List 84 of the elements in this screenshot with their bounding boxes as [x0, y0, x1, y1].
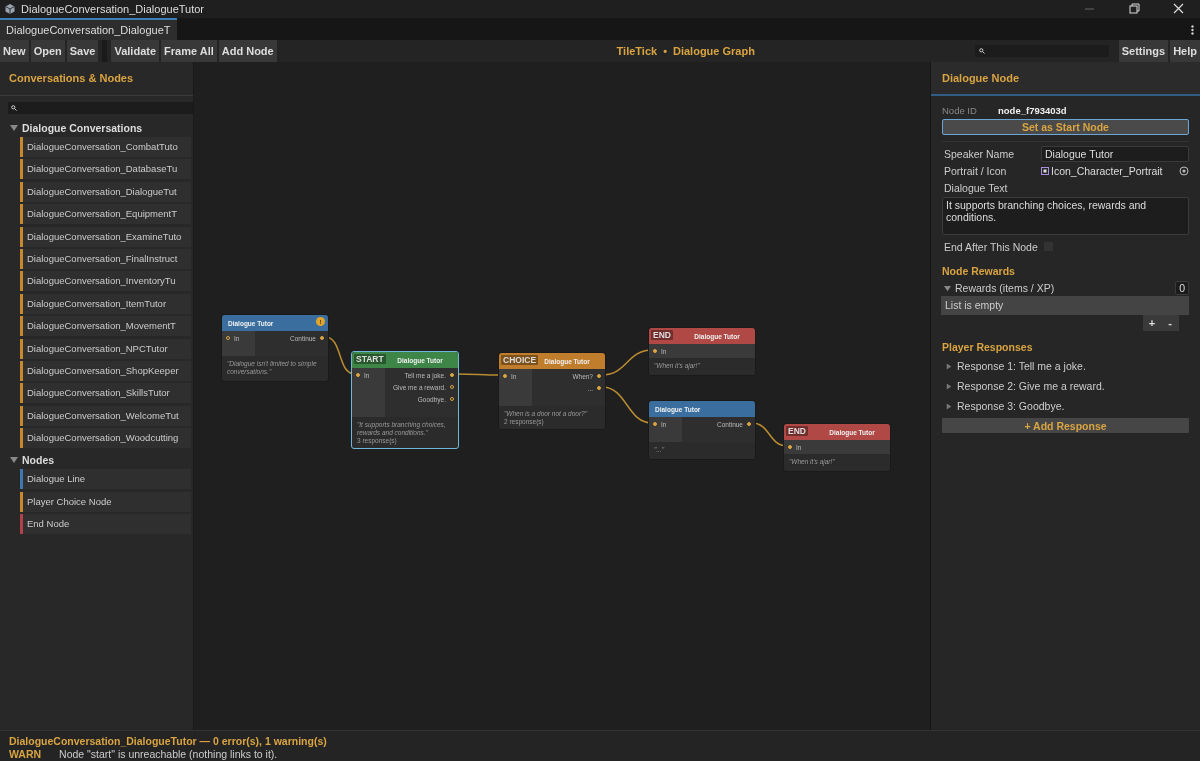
picker-icon[interactable] — [1179, 165, 1189, 176]
node-badge: START — [354, 354, 386, 364]
caret-icon[interactable] — [10, 123, 18, 132]
brand-label: TileTick — [616, 45, 658, 57]
app-icon — [4, 3, 16, 15]
tree-item[interactable]: DialogueConversation_CombatTuto — [20, 137, 191, 157]
tree-item[interactable]: DialogueConversation_ShopKeeper — [20, 360, 191, 381]
field-label: Node ID — [942, 104, 978, 116]
port-dot[interactable] — [653, 349, 657, 353]
node-badge: END — [786, 426, 808, 436]
field-label: Dialogue Text — [944, 181, 1009, 194]
field-label: End After This Node — [944, 240, 1039, 253]
message-level: WARN — [9, 748, 42, 760]
caret-icon[interactable] — [10, 455, 18, 464]
tree-item[interactable]: DialogueConversation_WelcomeTut — [20, 405, 191, 426]
toolbar-button[interactable]: Save — [66, 40, 99, 62]
node-badge: CHOICE — [501, 355, 539, 365]
toolbar-button[interactable]: Add Node — [218, 40, 277, 62]
caret-icon[interactable] — [946, 402, 952, 410]
toolbar-button[interactable]: New — [0, 40, 29, 62]
tree-item[interactable]: DialogueConversation_DialogueTut — [20, 181, 191, 202]
object-field[interactable]: Icon_Character_Portrait — [1051, 164, 1177, 177]
node-badge: END — [651, 330, 673, 340]
tree-item[interactable]: Dialogue Line — [20, 469, 191, 490]
validation-summary: DialogueConversation_DialogueTutor — 0 error(s), 1 warning(s) — [9, 735, 328, 747]
toolbar-button[interactable]: Help — [1170, 40, 1200, 62]
list-label[interactable]: Rewards (items / XP) — [955, 282, 1172, 294]
tree-item[interactable]: End Node — [20, 514, 191, 535]
tree-item[interactable]: DialogueConversation_FinalInstruct — [20, 248, 191, 269]
port-dot[interactable] — [788, 445, 792, 449]
field-label: Speaker Name — [944, 147, 1016, 160]
response-item[interactable]: Response 3: Goodbye. — [957, 400, 1065, 412]
more-icon[interactable] — [1191, 25, 1194, 35]
add-response-button[interactable]: + Add Response — [942, 418, 1189, 433]
toolbar-button[interactable]: Validate — [111, 40, 160, 62]
document-tab[interactable]: DialogueConversation_DialogueT — [0, 18, 177, 40]
search-icon — [978, 48, 985, 54]
port-dot[interactable] — [597, 386, 601, 390]
response-item[interactable]: Response 1: Tell me a joke. — [957, 360, 1086, 372]
tree-item[interactable]: DialogueConversation_NPCTutor — [20, 338, 191, 359]
caret-icon[interactable] — [946, 362, 952, 370]
tree-item[interactable]: DialogueConversation_DatabaseTu — [20, 159, 191, 180]
tree-item[interactable]: DialogueConversation_Woodcutting — [20, 428, 191, 449]
port-dot[interactable] — [450, 373, 454, 377]
search-field[interactable] — [8, 102, 193, 114]
toolbar-button[interactable]: Frame All — [161, 40, 217, 62]
panel-title: Dialogue Node — [931, 62, 1200, 96]
panel-title: Conversations & Nodes — [0, 62, 193, 96]
tree-item[interactable]: DialogueConversation_SkillsTutor — [20, 383, 191, 404]
search-field[interactable] — [974, 45, 1109, 57]
window-title: DialogueConversation_DialogueTutor — [21, 3, 206, 15]
port-dot[interactable] — [597, 374, 601, 378]
section-title: Node Rewards — [942, 265, 1016, 277]
response-item[interactable]: Response 2: Give me a reward. — [957, 380, 1105, 392]
sprite-icon — [1041, 166, 1049, 175]
message-text: Node "start" is unreachable (nothing links to it). — [59, 748, 278, 760]
group-label[interactable]: Dialogue Conversations — [22, 121, 143, 134]
search-icon — [11, 105, 17, 111]
node-id: node_f793403d — [998, 104, 1067, 116]
port-dot[interactable] — [320, 336, 324, 340]
port-dot[interactable] — [747, 422, 751, 426]
set-start-button[interactable]: Set as Start Node — [942, 119, 1189, 135]
port-dot[interactable] — [653, 422, 657, 426]
tree-item[interactable]: DialogueConversation_InventoryTu — [20, 271, 191, 292]
tree-item[interactable]: DialogueConversation_EquipmentT — [20, 204, 191, 225]
field-label: Portrait / Icon — [944, 164, 1008, 177]
caret-icon[interactable] — [946, 382, 952, 390]
toolbar-button[interactable]: Settings — [1118, 40, 1169, 62]
caret-icon[interactable] — [944, 284, 951, 292]
tree-item[interactable]: DialogueConversation_MovementT — [20, 316, 191, 337]
graph-title: Dialogue Graph — [673, 45, 755, 57]
port-dot[interactable] — [503, 374, 507, 378]
tree-item[interactable]: DialogueConversation_ItemTutor — [20, 293, 191, 314]
text-field[interactable]: Dialogue Tutor — [1041, 145, 1189, 162]
tree-item[interactable]: DialogueConversation_ExamineTuto — [20, 226, 191, 247]
group-label[interactable]: Nodes — [22, 453, 55, 466]
count-field[interactable]: 0 — [1175, 281, 1189, 295]
section-title: Player Responses — [942, 341, 1034, 353]
text-area[interactable]: It supports branching choices, rewards and conditions. — [942, 197, 1189, 235]
port-dot[interactable] — [356, 373, 360, 377]
title-separator: • — [663, 45, 667, 57]
empty-list-message: List is empty — [941, 296, 1189, 315]
toolbar-button[interactable]: Open — [30, 40, 65, 62]
tree-item[interactable]: Player Choice Node — [20, 491, 191, 512]
